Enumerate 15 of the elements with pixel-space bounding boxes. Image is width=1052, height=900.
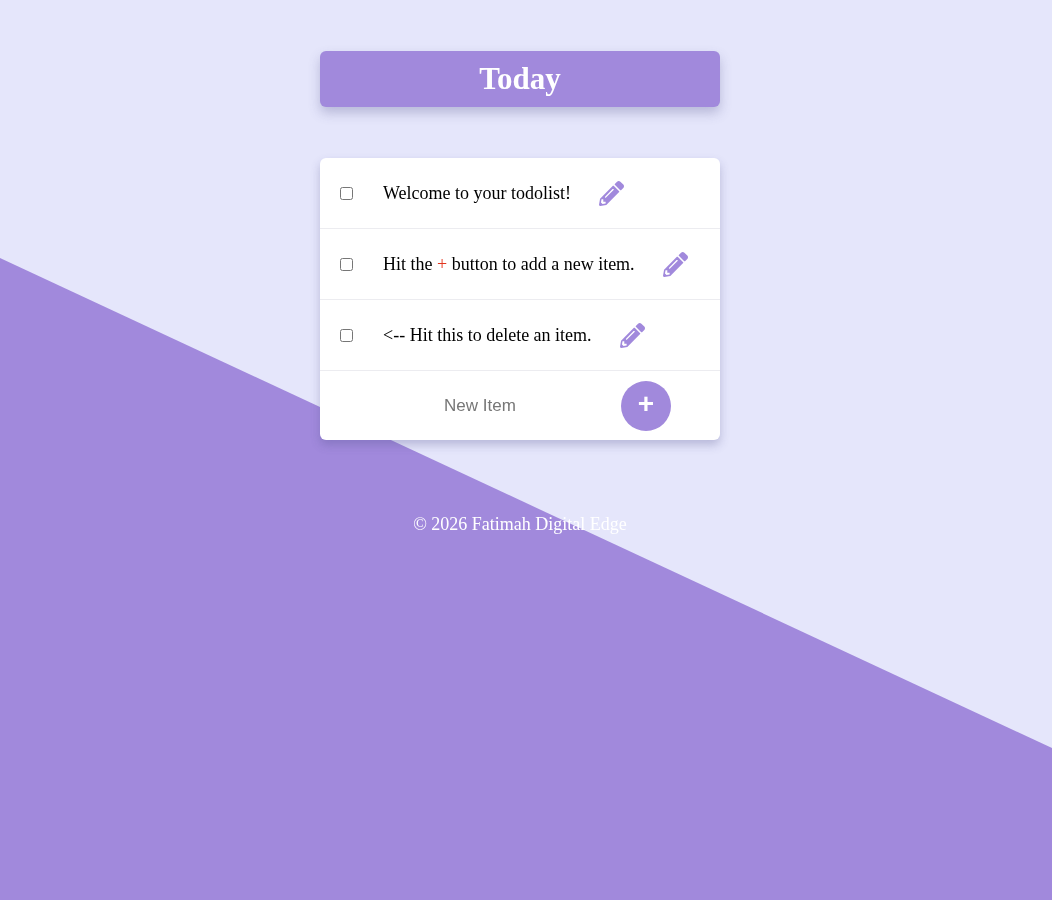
todo-text: Welcome to your todolist! [383, 181, 571, 205]
edit-button[interactable] [619, 322, 645, 348]
pencil-icon [619, 322, 645, 348]
add-button[interactable]: + [621, 380, 671, 431]
pencil-icon [662, 251, 688, 277]
page-title: Today [320, 51, 720, 107]
checkbox[interactable] [340, 328, 353, 342]
edit-button[interactable] [662, 251, 688, 277]
checkbox[interactable] [340, 257, 353, 271]
pencil-icon [599, 180, 624, 206]
new-item-field[interactable]: New Item [340, 385, 620, 426]
todo-text: Hit the + button to add a new item. [383, 252, 635, 276]
checkbox[interactable] [340, 186, 353, 200]
todo-text: <-- Hit this to delete an item. [383, 323, 592, 347]
edit-button[interactable] [599, 180, 624, 206]
